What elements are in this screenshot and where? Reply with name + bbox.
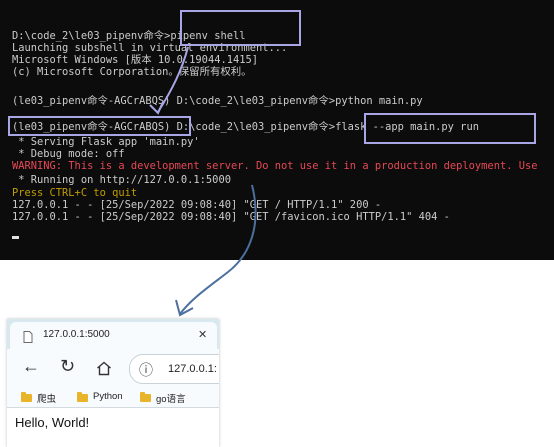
terminal-line: * Debug mode: off [12, 148, 125, 160]
terminal-line: (le03_pipenv命令-AGCrABQS) D:\code_2\le03_… [12, 95, 423, 107]
browser-tab[interactable]: 127.0.0.1:5000 ✕ [10, 322, 217, 349]
navigation-bar: ← ↻ ⓘ 127.0.0.1: [7, 349, 219, 387]
reload-icon[interactable]: ↻ [60, 356, 75, 377]
terminal-line: * Running on http://127.0.0.1:5000 [12, 174, 231, 186]
tab-strip: 127.0.0.1:5000 ✕ [7, 319, 219, 349]
bookmark-label: Python [93, 391, 123, 402]
pipenv-shell-highlight [180, 10, 301, 46]
flask-run-highlight [364, 113, 536, 144]
site-info-icon[interactable]: ⓘ [139, 360, 153, 380]
tab-title: 127.0.0.1:5000 [43, 329, 110, 340]
terminal-line: Microsoft Windows [版本 10.0.19044.1415] [12, 54, 258, 66]
request-log-line: 127.0.0.1 - - [25/Sep/2022 09:08:40] "GE… [12, 199, 382, 211]
address-bar[interactable]: ⓘ 127.0.0.1: [129, 354, 219, 384]
page-body-text: Hello, World! [15, 415, 90, 430]
folder-icon [21, 392, 32, 402]
bookmark-label: go语言 [156, 394, 186, 405]
folder-icon [140, 392, 151, 402]
terminal-line: Press CTRL+C to quit [12, 187, 138, 199]
back-icon[interactable]: ← [22, 356, 40, 377]
browser-window[interactable]: 127.0.0.1:5000 ✕ ← ↻ ⓘ 127.0.0.1: 爬虫 Pyt… [7, 319, 219, 447]
page-icon [23, 331, 33, 343]
close-tab-icon[interactable]: ✕ [198, 328, 207, 341]
home-icon[interactable] [96, 361, 112, 376]
bookmark-label: 爬虫 [37, 394, 57, 405]
terminal-line: * Serving Flask app 'main.py' [12, 136, 200, 148]
request-log-line: 127.0.0.1 - - [25/Sep/2022 09:08:40] "GE… [12, 211, 450, 223]
warning-line: WARNING: This is a development server. D… [12, 160, 538, 172]
url-text[interactable]: 127.0.0.1: [168, 363, 217, 375]
virtualenv-name-highlight [8, 116, 191, 136]
folder-icon [77, 392, 88, 402]
terminal-line: (c) Microsoft Corporation。保留所有权利。 [12, 66, 252, 78]
text-cursor [12, 236, 19, 239]
page-content: Hello, World! [7, 408, 219, 447]
bookmarks-bar: 爬虫 Python go语言 [7, 387, 219, 408]
